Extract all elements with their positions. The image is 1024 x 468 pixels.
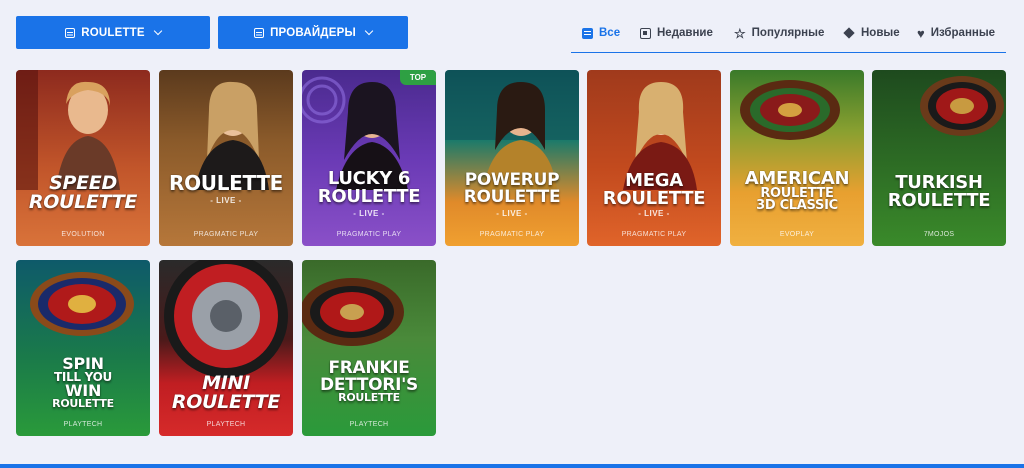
game-title: MINI ROULETTE xyxy=(171,372,281,413)
providers-dropdown-label: ПРОВАЙДЕРЫ xyxy=(270,26,356,39)
game-subtitle: - LIVE - xyxy=(496,209,528,218)
game-tile-mini-roulette[interactable]: MINI ROULETTE PLAYTECH xyxy=(159,260,293,436)
recent-icon xyxy=(640,27,651,39)
tab-all[interactable]: Все xyxy=(582,25,620,41)
tab-recent[interactable]: Недавние xyxy=(640,25,713,41)
game-title: LUCKY 6 ROULETTE xyxy=(317,168,421,207)
tab-label: Популярные xyxy=(751,27,825,39)
game-tabs: Все Недавние ☆ Популярные Новые ♥ Избран… xyxy=(571,16,1006,53)
diamond-icon xyxy=(843,27,855,39)
category-dropdown-button[interactable]: ROULETTE xyxy=(16,16,210,49)
bottom-accent-bar xyxy=(0,464,1024,468)
game-tile-american-roulette[interactable]: AMERICAN ROULETTE 3D CLASSIC EVOPLAY xyxy=(730,70,864,246)
game-title: TURKISH ROULETTE xyxy=(887,172,991,211)
game-thumbnail xyxy=(302,260,436,436)
game-title: SPIN TILL YOU WIN ROULETTE xyxy=(52,354,114,411)
tab-label: Все xyxy=(599,27,621,39)
game-provider: PLAYTECH xyxy=(349,421,389,428)
game-thumbnail xyxy=(872,70,1006,246)
game-subtitle: - LIVE - xyxy=(353,209,385,218)
game-tile-powerup-roulette[interactable]: POWERUP ROULETTE - LIVE - PRAGMATIC PLAY xyxy=(445,70,579,246)
tab-label: Недавние xyxy=(657,27,713,39)
list-icon xyxy=(65,27,76,38)
game-title: AMERICAN ROULETTE 3D CLASSIC xyxy=(744,168,850,214)
game-provider: EVOLUTION xyxy=(61,231,105,238)
game-provider: 7MOJOS xyxy=(923,231,955,238)
game-title: ROULETTE xyxy=(168,171,284,195)
providers-dropdown-button[interactable]: ПРОВАЙДЕРЫ xyxy=(218,16,408,49)
game-provider: PRAGMATIC PLAY xyxy=(193,231,259,238)
game-tile-turkish-roulette[interactable]: TURKISH ROULETTE 7MOJOS xyxy=(872,70,1006,246)
game-title: SPEED ROULETTE xyxy=(28,172,138,213)
game-thumbnail xyxy=(16,70,150,246)
game-tile-mega-roulette[interactable]: MEGA ROULETTE - LIVE - PRAGMATIC PLAY xyxy=(587,70,721,246)
game-tile-roulette-live[interactable]: ROULETTE - LIVE - PRAGMATIC PLAY xyxy=(159,70,293,246)
tab-label: Избранные xyxy=(930,27,996,39)
game-thumbnail xyxy=(302,70,436,246)
game-subtitle: - LIVE - xyxy=(638,209,670,218)
game-thumbnail xyxy=(445,70,579,246)
tab-new[interactable]: Новые xyxy=(843,25,900,41)
game-tile-speed-roulette[interactable]: SPEED ROULETTE EVOLUTION xyxy=(16,70,150,246)
category-dropdown-label: ROULETTE xyxy=(81,26,145,39)
chevron-down-icon xyxy=(153,26,163,36)
top-badge: TOP xyxy=(400,70,436,85)
tab-favorites[interactable]: ♥ Избранные xyxy=(917,25,995,41)
star-icon: ☆ xyxy=(734,25,746,41)
chevron-down-icon xyxy=(364,26,374,36)
game-tile-frankie-dettoris-roulette[interactable]: FRANKIE DETTORI'S ROULETTE PLAYTECH xyxy=(302,260,436,436)
game-provider: EVOPLAY xyxy=(779,231,815,238)
tab-label: Новые xyxy=(861,27,900,39)
list-icon xyxy=(582,27,593,39)
game-thumbnail xyxy=(587,70,721,246)
game-title: POWERUP ROULETTE xyxy=(463,170,561,207)
game-provider: PRAGMATIC PLAY xyxy=(336,231,402,238)
game-title: MEGA ROULETTE xyxy=(602,170,706,209)
tab-popular[interactable]: ☆ Популярные xyxy=(734,25,824,41)
heart-icon: ♥ xyxy=(917,25,925,41)
game-thumbnail xyxy=(730,70,864,246)
game-provider: PRAGMATIC PLAY xyxy=(621,231,687,238)
list-icon xyxy=(254,27,265,38)
game-subtitle: - LIVE - xyxy=(210,196,242,205)
game-tile-spin-till-you-win-roulette[interactable]: SPIN TILL YOU WIN ROULETTE PLAYTECH xyxy=(16,260,150,436)
game-thumbnail xyxy=(159,70,293,246)
game-provider: PLAYTECH xyxy=(206,421,246,428)
game-provider: PLAYTECH xyxy=(63,421,103,428)
game-title: FRANKIE DETTORI'S ROULETTE xyxy=(320,358,418,405)
game-provider: PRAGMATIC PLAY xyxy=(479,231,545,238)
game-tile-lucky-6-roulette[interactable]: TOP LUCKY 6 ROULETTE - LIVE - PRAGMATIC P… xyxy=(302,70,436,246)
